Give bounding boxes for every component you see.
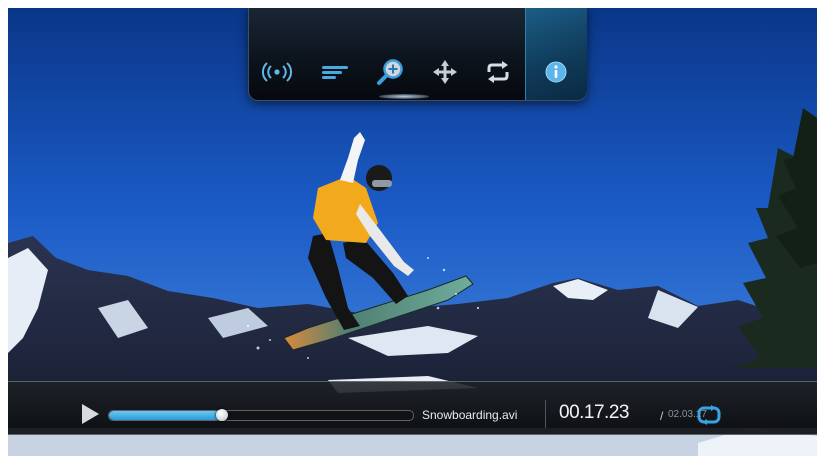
- repeat-button[interactable]: [478, 52, 518, 92]
- zoom-in-icon: [375, 57, 405, 87]
- options-toolbar: [248, 8, 587, 101]
- wireless-signal-icon: [260, 61, 294, 83]
- repeat-mode-icon: [696, 405, 722, 429]
- playlist-button[interactable]: [315, 52, 355, 92]
- repeat-mode-button[interactable]: [696, 405, 722, 425]
- pan-button[interactable]: [425, 52, 465, 92]
- progress-handle[interactable]: [216, 409, 228, 421]
- filename-label: Snowboarding.avi: [422, 408, 518, 422]
- elapsed-time: 00.17.23: [559, 402, 629, 423]
- playback-bar: Snowboarding.avi 00.17.23 / 02.03.17: [8, 381, 817, 435]
- progress-fill: [109, 411, 222, 420]
- info-icon: [543, 59, 569, 85]
- video-viewport[interactable]: Snowboarding.avi 00.17.23 / 02.03.17: [8, 8, 817, 456]
- play-icon[interactable]: [82, 404, 99, 424]
- time-separator: /: [660, 409, 664, 423]
- divider: [545, 400, 546, 428]
- screen: Snowboarding.avi 00.17.23 / 02.03.17: [0, 0, 817, 464]
- info-button[interactable]: [536, 52, 576, 92]
- progress-track[interactable]: [108, 409, 414, 421]
- zoom-button[interactable]: [370, 52, 410, 92]
- wireless-button[interactable]: [257, 52, 297, 92]
- selection-glow: [379, 94, 429, 99]
- repeat-icon: [484, 60, 512, 84]
- pan-arrows-icon: [431, 58, 459, 86]
- list-lines-icon: [320, 64, 350, 80]
